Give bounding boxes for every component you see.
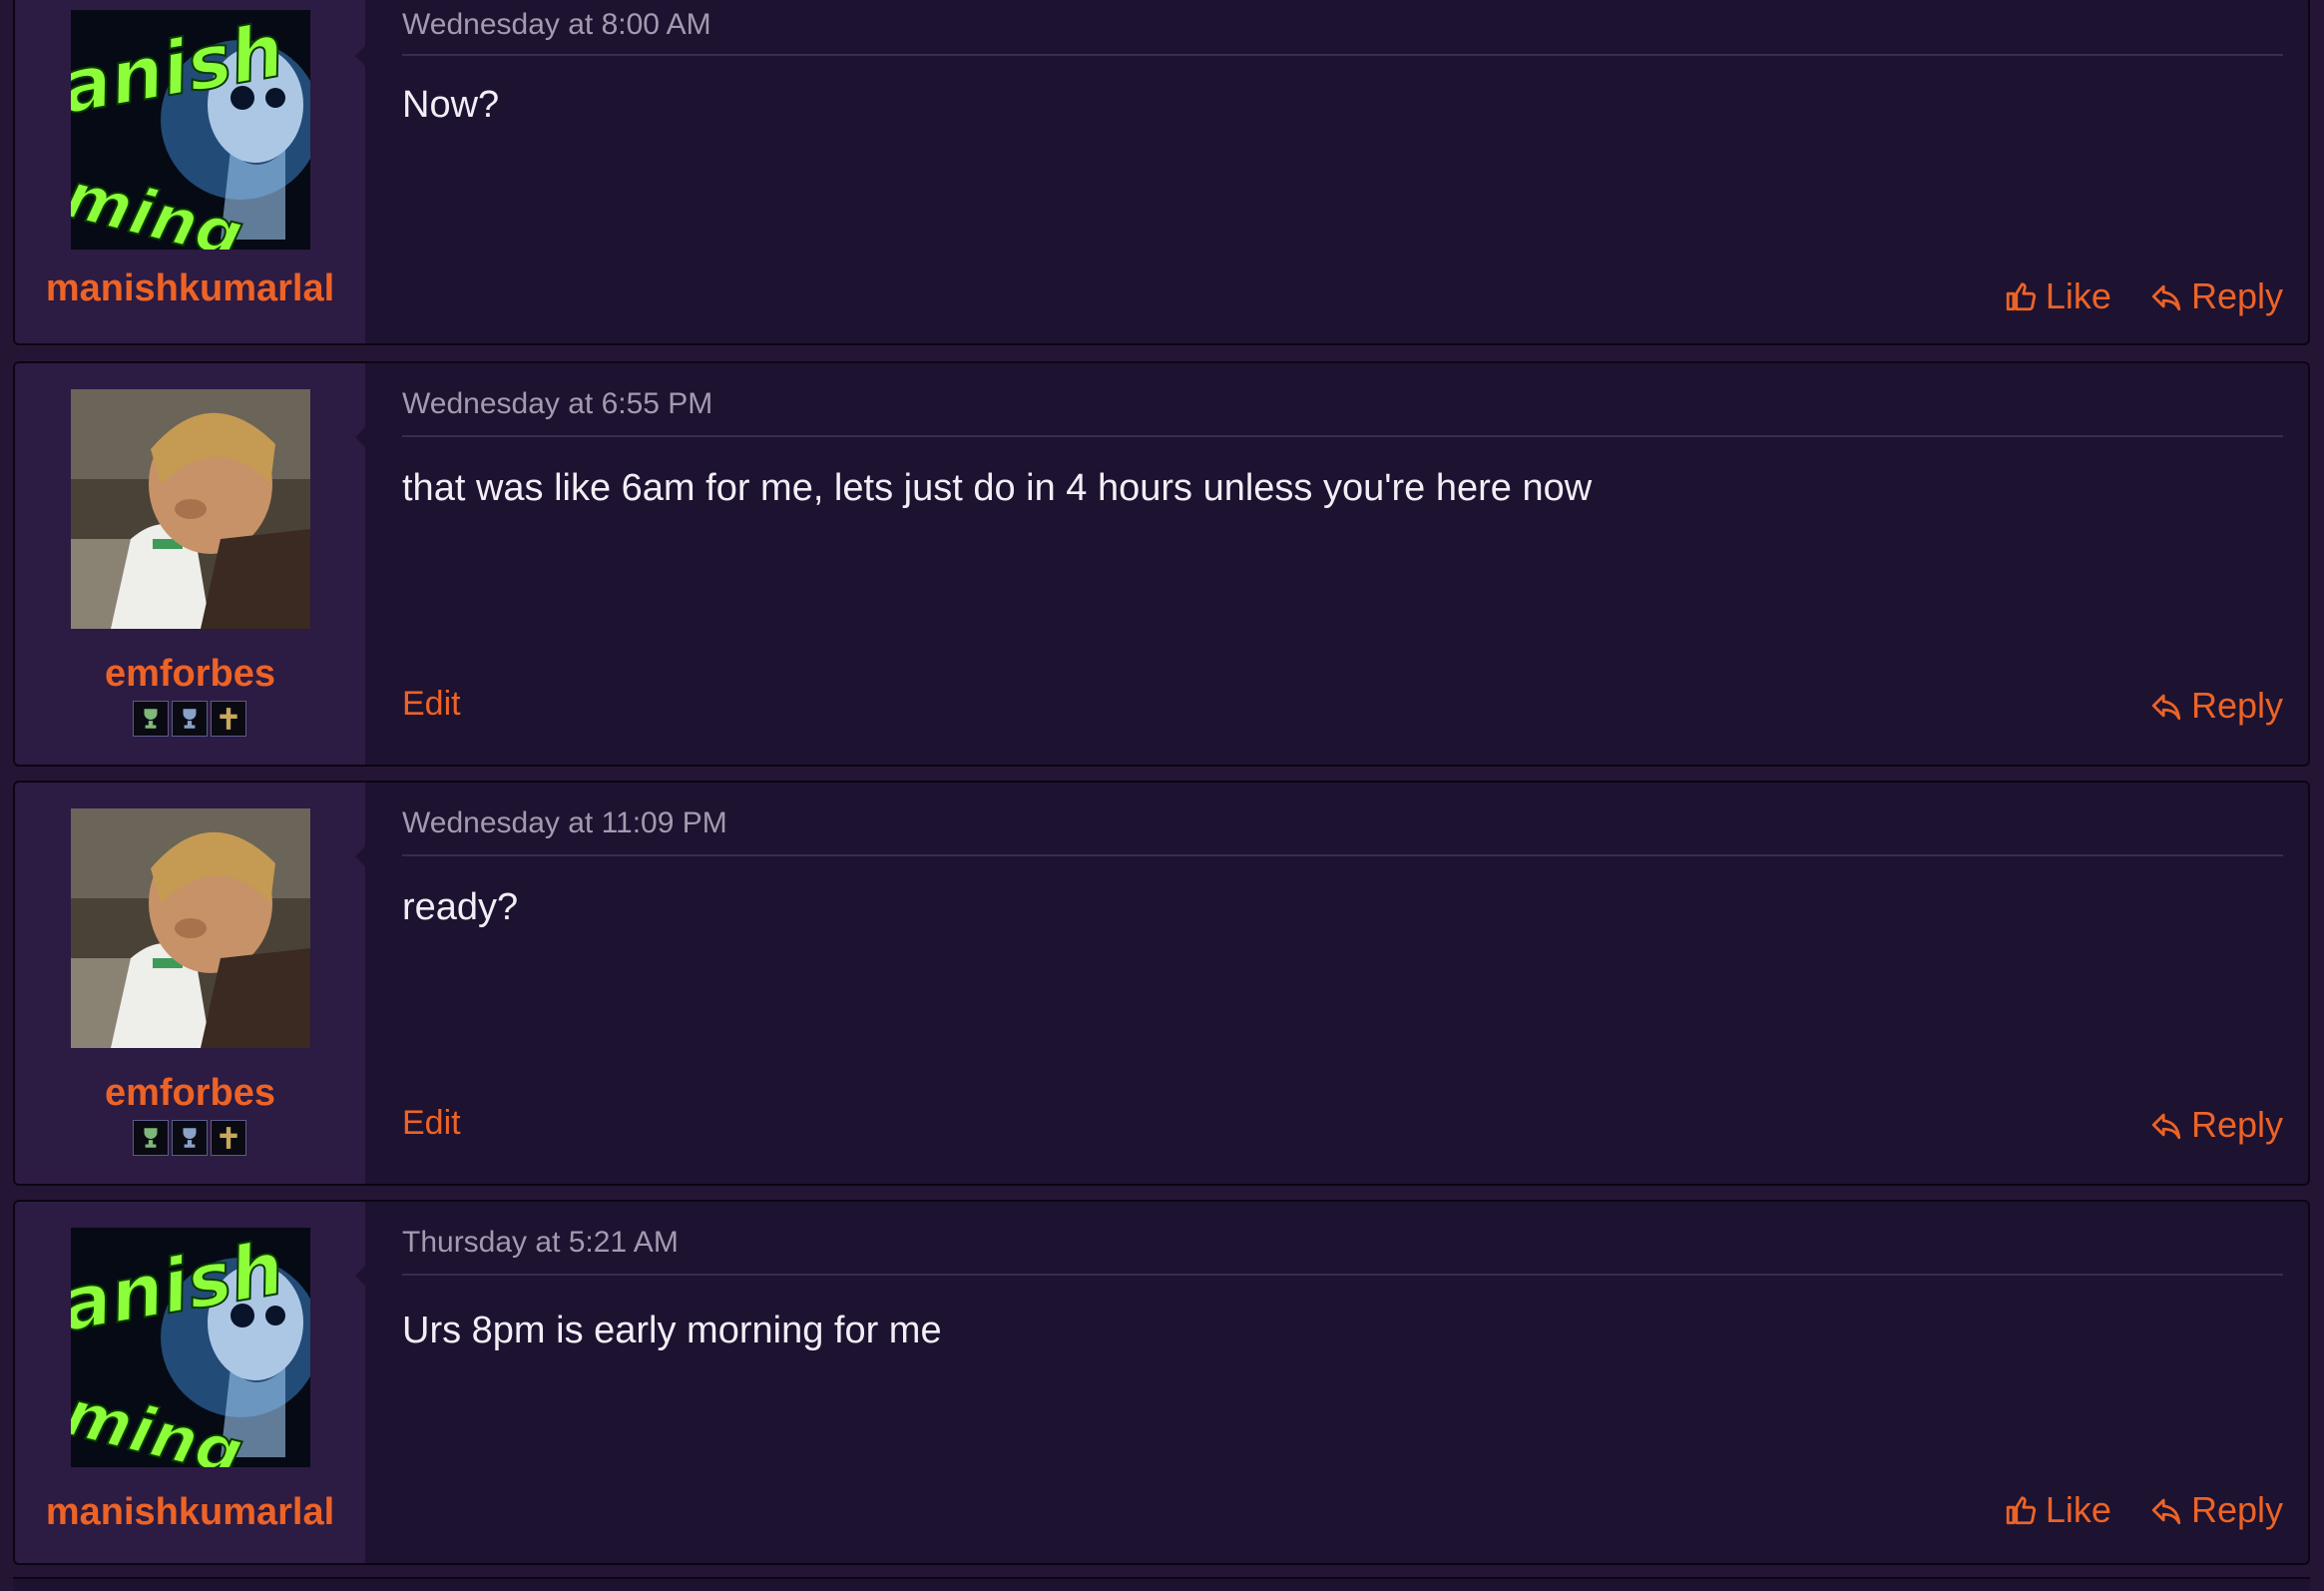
- reply-icon: [2151, 1113, 2181, 1140]
- reply-button[interactable]: Reply: [2149, 1104, 2283, 1146]
- divider: [402, 54, 2283, 56]
- post-user-panel: anish ming manishkumarlal: [15, 0, 373, 343]
- next-post-edge: [13, 1577, 2310, 1591]
- reply-button[interactable]: Reply: [2149, 1489, 2283, 1531]
- post-message: ready?: [402, 886, 519, 928]
- post-footer: Edit Reply: [402, 685, 2283, 731]
- like-label: Like: [2045, 275, 2111, 316]
- post-actions: Like Reply: [2004, 1489, 2283, 1531]
- username[interactable]: manishkumarlal: [15, 1491, 365, 1534]
- divider: [402, 435, 2283, 437]
- reply-icon: [2151, 694, 2181, 721]
- trophy-icon[interactable]: [133, 701, 169, 737]
- post-timestamp[interactable]: Wednesday at 11:09 PM: [402, 806, 727, 840]
- divider: [402, 854, 2283, 856]
- username[interactable]: emforbes: [15, 653, 365, 696]
- like-button[interactable]: Like: [2004, 275, 2111, 317]
- avatar[interactable]: [71, 808, 310, 1048]
- edit-link[interactable]: Edit: [402, 1104, 461, 1143]
- post-user-panel: anish ming manishkumarlal: [15, 1202, 373, 1563]
- reply-label: Reply: [2190, 685, 2283, 726]
- post-timestamp[interactable]: Thursday at 5:21 AM: [402, 1226, 679, 1260]
- reply-label: Reply: [2190, 275, 2283, 316]
- post-actions: Reply: [2149, 1104, 2283, 1146]
- like-label: Like: [2045, 1489, 2111, 1530]
- edit-link[interactable]: Edit: [402, 685, 461, 724]
- post-pointer: [355, 38, 373, 74]
- cross-icon[interactable]: [211, 701, 246, 737]
- post: emforbes Wednesday at 6:55 PM that was l…: [13, 361, 2310, 767]
- trophy-icon[interactable]: [172, 1120, 208, 1156]
- post-actions: Like Reply: [2004, 275, 2283, 317]
- post: emforbes Wednesday at 11:09 PM ready? Ed…: [13, 781, 2310, 1186]
- post-pointer: [355, 419, 373, 455]
- post-user-panel: emforbes: [15, 363, 373, 765]
- post-timestamp[interactable]: Wednesday at 8:00 AM: [402, 8, 711, 42]
- badge-list: [133, 1120, 252, 1156]
- post-main: Wednesday at 8:00 AM Now? Like Reply: [390, 0, 2283, 343]
- post: anish ming manishkumarlal Thursday at 5:…: [13, 1200, 2310, 1565]
- skull-avatar-image: anish ming: [71, 10, 310, 250]
- post-main: Wednesday at 6:55 PM that was like 6am f…: [390, 363, 2283, 765]
- thumbs-up-icon: [2006, 282, 2036, 311]
- avatar[interactable]: anish ming: [71, 1228, 310, 1467]
- trophy-icon[interactable]: [172, 701, 208, 737]
- post: anish ming manishkumarlal Wednesday at 8…: [13, 0, 2310, 345]
- reply-icon: [2151, 284, 2181, 311]
- reply-button[interactable]: Reply: [2149, 275, 2283, 317]
- post-timestamp[interactable]: Wednesday at 6:55 PM: [402, 387, 712, 421]
- cross-icon[interactable]: [211, 1120, 246, 1156]
- avatar[interactable]: [71, 389, 310, 629]
- reply-icon: [2151, 1498, 2181, 1525]
- badge-list: [133, 701, 252, 737]
- trophy-icon[interactable]: [133, 1120, 169, 1156]
- post-pointer: [355, 1258, 373, 1294]
- post-footer: Like Reply: [402, 1489, 2283, 1535]
- username[interactable]: emforbes: [15, 1072, 365, 1115]
- post-actions: Reply: [2149, 685, 2283, 727]
- post-message: Urs 8pm is early morning for me: [402, 1310, 942, 1351]
- avatar[interactable]: anish ming: [71, 10, 310, 250]
- like-button[interactable]: Like: [2004, 1489, 2111, 1531]
- post-message: that was like 6am for me, lets just do i…: [402, 467, 1593, 509]
- post-main: Thursday at 5:21 AM Urs 8pm is early mor…: [390, 1202, 2283, 1563]
- man-avatar-image: [71, 808, 310, 1048]
- post-user-panel: emforbes: [15, 783, 373, 1184]
- skull-avatar-image: anish ming: [71, 1228, 310, 1467]
- post-footer: Edit Reply: [402, 1104, 2283, 1150]
- thumbs-up-icon: [2006, 1496, 2036, 1525]
- thread: anish ming manishkumarlal Wednesday at 8…: [0, 0, 2324, 1591]
- post-pointer: [355, 838, 373, 874]
- reply-label: Reply: [2190, 1104, 2283, 1145]
- reply-label: Reply: [2190, 1489, 2283, 1530]
- divider: [402, 1274, 2283, 1276]
- username[interactable]: manishkumarlal: [15, 267, 365, 310]
- reply-button[interactable]: Reply: [2149, 685, 2283, 727]
- post-message: Now?: [402, 84, 500, 126]
- post-footer: Like Reply: [402, 275, 2283, 321]
- man-avatar-image: [71, 389, 310, 629]
- post-main: Wednesday at 11:09 PM ready? Edit Reply: [390, 783, 2283, 1184]
